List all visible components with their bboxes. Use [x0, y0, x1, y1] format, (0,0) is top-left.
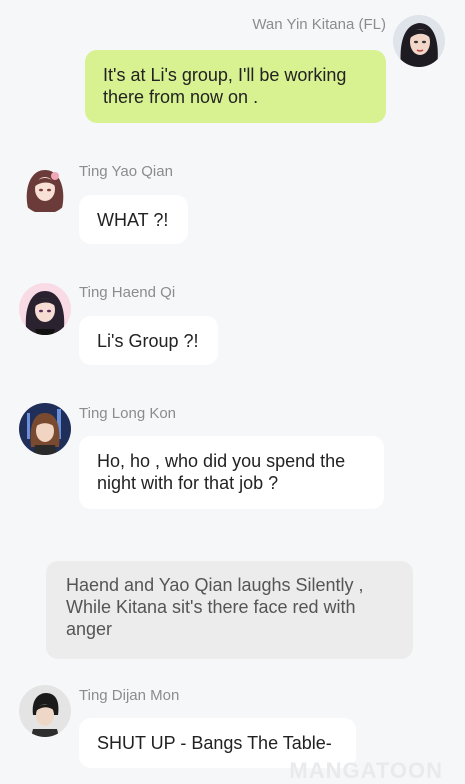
watermark: MANGATOON: [289, 758, 443, 783]
message-bubble[interactable]: Ho, ho , who did you spend the night wit…: [79, 436, 384, 509]
sender-name: Ting Yao Qian: [79, 163, 173, 180]
avatar[interactable]: [393, 15, 445, 67]
sender-name: Ting Long Kon: [79, 405, 177, 422]
avatar[interactable]: [19, 162, 71, 214]
message-bubble[interactable]: It's at Li's group, I'll be working ther…: [85, 50, 386, 123]
avatar[interactable]: [19, 403, 71, 455]
chat-view: Wan Yin Kitana (FL) It's at Li's group, …: [0, 0, 465, 783]
sender-name: Ting Haend Qi: [79, 284, 176, 301]
avatar[interactable]: [19, 685, 71, 737]
message-bubble[interactable]: WHAT ?!: [79, 195, 188, 244]
message-bubble[interactable]: Li's Group ?!: [79, 316, 218, 365]
avatar[interactable]: [19, 283, 71, 335]
sender-name: Ting Dijan Mon: [79, 687, 180, 704]
sender-name: Wan Yin Kitana (FL): [252, 16, 386, 33]
narration-bubble: Haend and Yao Qian laughs Silently , Whi…: [46, 561, 413, 659]
